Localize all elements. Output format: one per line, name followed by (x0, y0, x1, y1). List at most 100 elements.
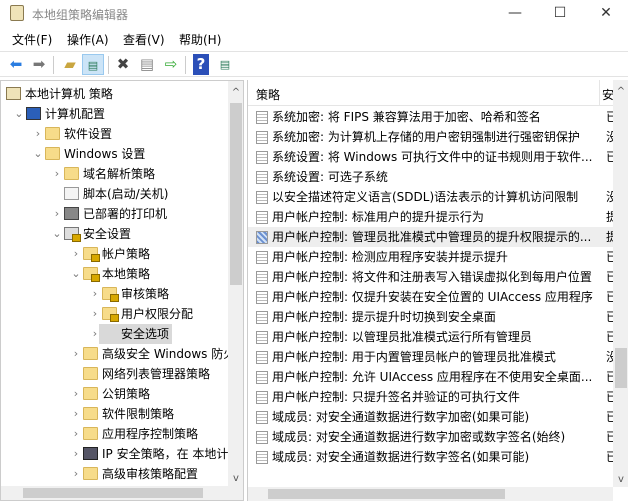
policy-row[interactable]: 用户帐户控制: 允许 UIAccess 应用程序在不使用安全桌面...已禁用 (248, 367, 614, 387)
chevron-down-icon[interactable]: ⌄ (51, 224, 63, 244)
policy-name: 用户帐户控制: 检测应用程序安装并提示提升 (272, 250, 508, 264)
chevron-down-icon[interactable]: ⌄ (32, 144, 44, 164)
policy-icon (256, 351, 268, 364)
tree-item[interactable]: › 安全选项 (1, 324, 229, 344)
export-icon[interactable]: ⇨ (160, 54, 182, 75)
back-icon[interactable]: ⬅ (5, 54, 27, 75)
forward-icon[interactable]: ➡ (28, 54, 50, 75)
policy-row[interactable]: 用户帐户控制: 仅提升安装在安全位置的 UIAccess 应用程序已启用 (248, 287, 614, 307)
chevron-down-icon[interactable]: ⌄ (13, 104, 25, 124)
column-header-setting[interactable]: 安全设置 (602, 86, 613, 103)
chevron-right-icon[interactable]: › (89, 284, 101, 304)
show-action-pane-icon[interactable]: ▤ (214, 54, 236, 75)
tree-vertical-scrollbar[interactable]: ^ v (228, 81, 243, 486)
tree-item[interactable]: ⌄ 本地策略 (1, 264, 229, 284)
menu-action[interactable]: 操作(A) (67, 31, 109, 48)
policy-row[interactable]: 系统设置: 将 Windows 可执行文件中的证书规则用于软件...已禁用 (248, 147, 614, 167)
chevron-right-icon[interactable]: › (70, 384, 82, 404)
properties-icon[interactable]: ▤ (136, 54, 158, 75)
policy-row[interactable]: 用户帐户控制: 检测应用程序安装并提示提升已启用 (248, 247, 614, 267)
policy-row[interactable]: 以安全描述符定义语言(SDDL)语法表示的计算机访问限制没有定义 (248, 187, 614, 207)
policy-name: 系统加密: 为计算机上存储的用户密钥强制进行强密钥保护 (272, 130, 580, 144)
tree-item-label: 软件限制策略 (102, 407, 175, 421)
tree-item[interactable]: ⌄ 安全设置 (1, 224, 229, 244)
tree-item[interactable]: 本地计算机 策略 (1, 84, 229, 104)
help-icon[interactable]: ? (193, 54, 209, 75)
up-folder-icon[interactable]: ▰ (59, 54, 81, 75)
policy-row[interactable]: 用户帐户控制: 管理员批准模式中管理员的提升权限提示的...提示同意 (248, 227, 614, 247)
chevron-right-icon[interactable]: › (70, 344, 82, 364)
close-button[interactable]: ✕ (586, 2, 626, 24)
policy-row[interactable]: 用户帐户控制: 只提升签名并验证的可执行文件已禁用 (248, 387, 614, 407)
tree-item-label: 应用程序控制策略 (102, 427, 199, 441)
tree-item[interactable]: › 高级审核策略配置 (1, 464, 229, 484)
delete-icon[interactable]: ✖ (112, 54, 134, 75)
menu-bar: 文件(F) 操作(A) 查看(V) 帮助(H) (0, 29, 628, 49)
policy-icon (256, 191, 268, 204)
chevron-right-icon[interactable]: › (70, 244, 82, 264)
tree-item[interactable]: › 已部署的打印机 (1, 204, 229, 224)
policy-row[interactable]: 域成员: 对安全通道数据进行数字签名(如果可能)已启用 (248, 447, 614, 467)
policy-name: 域成员: 对安全通道数据进行数字加密或数字签名(始终) (272, 430, 566, 444)
chevron-right-icon[interactable]: › (51, 204, 63, 224)
chevron-down-icon[interactable]: ⌄ (70, 264, 82, 284)
policy-row[interactable]: 用户帐户控制: 提示提升时切换到安全桌面已启用 (248, 307, 614, 327)
tree-item[interactable]: › 应用程序控制策略 (1, 424, 229, 444)
policy-row[interactable]: 用户帐户控制: 将文件和注册表写入错误虚拟化到每用户位置已启用 (248, 267, 614, 287)
menu-file[interactable]: 文件(F) (12, 31, 52, 48)
policy-row[interactable]: 用户帐户控制: 以管理员批准模式运行所有管理员已启用 (248, 327, 614, 347)
window-title: 本地组策略编辑器 (32, 8, 129, 22)
tree-item[interactable]: 脚本(启动/关机) (1, 184, 229, 204)
tree-item[interactable]: ⌄ Windows 设置 (1, 144, 229, 164)
policy-row[interactable]: 系统加密: 将 FIPS 兼容算法用于加密、哈希和签名已禁用 (248, 107, 614, 127)
tree-item-label: 软件设置 (64, 127, 113, 141)
tree-item[interactable]: › 域名解析策略 (1, 164, 229, 184)
chevron-right-icon[interactable]: › (70, 444, 82, 464)
minimize-button[interactable]: — (495, 2, 535, 24)
policy-row[interactable]: 系统设置: 可选子系统 (248, 167, 613, 187)
policy-icon (256, 211, 268, 224)
tree-item[interactable]: › 帐户策略 (1, 244, 229, 264)
chevron-right-icon[interactable]: › (70, 404, 82, 424)
chevron-right-icon[interactable]: › (70, 464, 82, 484)
policy-icon (256, 231, 268, 244)
policy-row[interactable]: 域成员: 对安全通道数据进行数字加密或数字签名(始终)已启用 (248, 427, 614, 447)
policy-name: 用户帐户控制: 用于内置管理员帐户的管理员批准模式 (272, 350, 556, 364)
tree-item-label: 公钥策略 (102, 387, 151, 401)
tree-horizontal-scrollbar[interactable] (1, 486, 243, 500)
tree-item[interactable]: › 审核策略 (1, 284, 229, 304)
policy-icon (256, 391, 268, 404)
policy-icon (256, 131, 268, 144)
title-bar: 本地组策略编辑器 — ☐ ✕ (0, 0, 628, 28)
chevron-right-icon[interactable]: › (51, 164, 63, 184)
tree-item[interactable]: › IP 安全策略，在 本地计算机 (1, 444, 243, 464)
tree-item[interactable]: › 公钥策略 (1, 384, 229, 404)
tree-item-label: 计算机配置 (45, 107, 106, 121)
script-icon (64, 187, 79, 200)
sort-arrow-icon: ^ (426, 80, 435, 87)
tree-item[interactable]: 网络列表管理器策略 (1, 364, 229, 384)
column-header-policy[interactable]: 策略 (256, 86, 280, 103)
folder-icon (83, 427, 98, 440)
policy-row[interactable]: 用户帐户控制: 用于内置管理员帐户的管理员批准模式没有定义 (248, 347, 614, 367)
policy-row[interactable]: 用户帐户控制: 标准用户的提升提示行为提示凭据 (248, 207, 614, 227)
tree-item[interactable]: ⌄ 计算机配置 (1, 104, 229, 124)
chevron-right-icon[interactable]: › (70, 424, 82, 444)
tree-item[interactable]: › 高级安全 Windows 防火墙 (1, 344, 243, 364)
list-horizontal-scrollbar[interactable] (248, 487, 613, 501)
show-hide-tree-icon[interactable]: ▤ (82, 54, 104, 75)
menu-view[interactable]: 查看(V) (123, 31, 165, 48)
app-icon (10, 5, 24, 21)
tree-item[interactable]: › 用户权限分配 (1, 304, 229, 324)
tree-item[interactable]: › 软件设置 (1, 124, 229, 144)
maximize-button[interactable]: ☐ (540, 2, 580, 24)
chevron-right-icon[interactable]: › (32, 124, 44, 144)
policy-row[interactable]: 域成员: 对安全通道数据进行数字加密(如果可能)已启用 (248, 407, 614, 427)
policy-name: 用户帐户控制: 将文件和注册表写入错误虚拟化到每用户位置 (272, 270, 592, 284)
menu-help[interactable]: 帮助(H) (179, 31, 221, 48)
chevron-right-icon[interactable]: › (89, 304, 101, 324)
tree-item[interactable]: › 软件限制策略 (1, 404, 229, 424)
policy-row[interactable]: 系统加密: 为计算机上存储的用户密钥强制进行强密钥保护没有定义 (248, 127, 614, 147)
list-vertical-scrollbar[interactable]: ^ v (613, 80, 628, 487)
tree-item-label: 脚本(启动/关机) (83, 187, 169, 201)
